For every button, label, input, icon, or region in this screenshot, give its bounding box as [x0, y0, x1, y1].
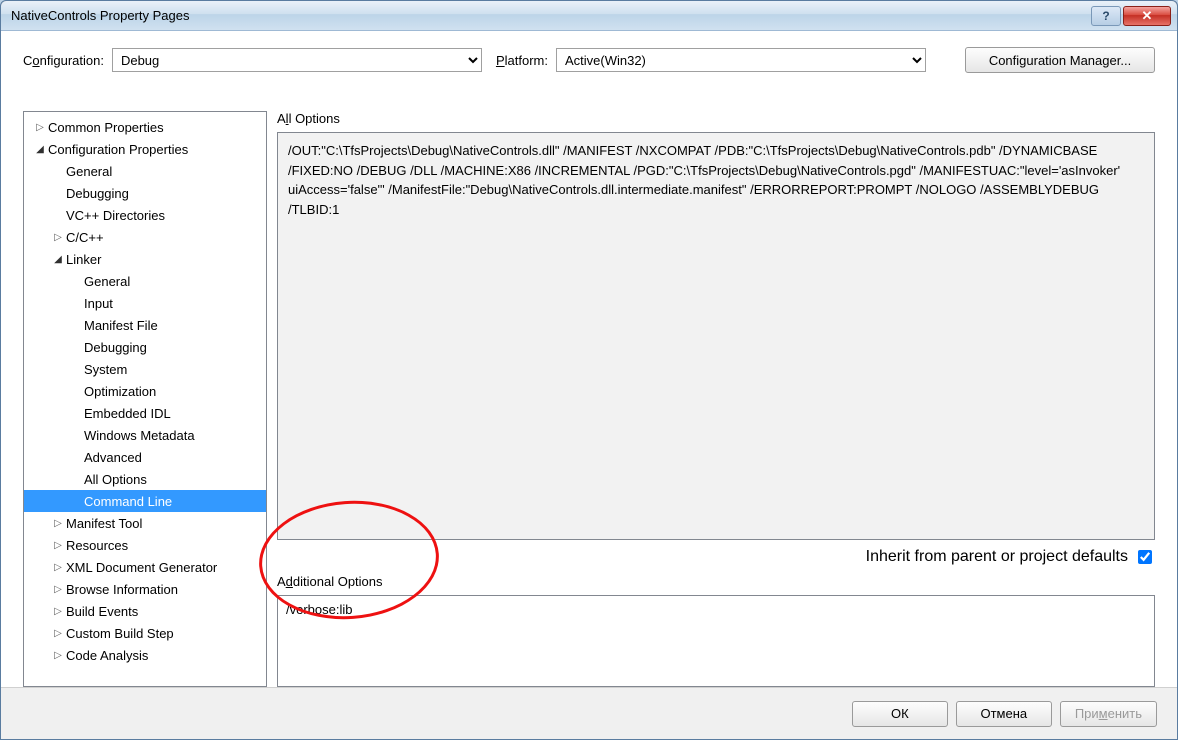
inherit-label: Inherit from parent or project defaults [866, 548, 1128, 566]
tree-linker-manifest-file[interactable]: Manifest File [24, 314, 266, 336]
expand-icon[interactable]: ▷ [52, 606, 64, 617]
platform-label: Platform: [496, 53, 548, 68]
tree-linker-advanced[interactable]: Advanced [24, 446, 266, 468]
tree-linker[interactable]: ◢Linker [24, 248, 266, 270]
ok-button[interactable]: ОК [852, 701, 948, 727]
expand-icon[interactable]: ▷ [52, 584, 64, 595]
help-button[interactable]: ? [1091, 6, 1121, 26]
tree-vc-dirs[interactable]: VC++ Directories [24, 204, 266, 226]
tree-linker-general[interactable]: General [24, 270, 266, 292]
inherit-row: Inherit from parent or project defaults [277, 546, 1155, 568]
expand-icon[interactable]: ▷ [52, 232, 64, 243]
tree-configuration-properties[interactable]: ◢Configuration Properties [24, 138, 266, 160]
additional-options-text[interactable]: /verbose:lib [277, 595, 1155, 687]
tree-build-events[interactable]: ▷Build Events [24, 600, 266, 622]
tree-custom-build-step[interactable]: ▷Custom Build Step [24, 622, 266, 644]
expand-icon[interactable]: ▷ [52, 518, 64, 529]
tree-browse-info[interactable]: ▷Browse Information [24, 578, 266, 600]
tree-linker-debugging[interactable]: Debugging [24, 336, 266, 358]
all-options-text[interactable]: /OUT:"C:\TfsProjects\Debug\NativeControl… [277, 132, 1155, 540]
cancel-button[interactable]: Отмена [956, 701, 1052, 727]
expand-icon[interactable]: ▷ [52, 562, 64, 573]
tree-linker-all-options[interactable]: All Options [24, 468, 266, 490]
property-pages-window: NativeControls Property Pages ? ✕ Config… [0, 0, 1178, 740]
expand-icon[interactable]: ▷ [52, 650, 64, 661]
nav-tree[interactable]: ▷Common Properties ◢Configuration Proper… [23, 111, 267, 687]
collapse-icon[interactable]: ◢ [52, 254, 64, 265]
tree-linker-input[interactable]: Input [24, 292, 266, 314]
tree-common-properties[interactable]: ▷Common Properties [24, 116, 266, 138]
all-options-label: All Options [277, 111, 1155, 126]
body: ▷Common Properties ◢Configuration Proper… [23, 111, 1155, 687]
right-panel: All Options /OUT:"C:\TfsProjects\Debug\N… [277, 111, 1155, 687]
configuration-combo[interactable]: Debug [112, 48, 482, 72]
inherit-checkbox[interactable] [1138, 550, 1152, 564]
tree-resources[interactable]: ▷Resources [24, 534, 266, 556]
tree-linker-winmd[interactable]: Windows Metadata [24, 424, 266, 446]
window-title: NativeControls Property Pages [7, 8, 189, 23]
dialog-buttons: ОК Отмена Применить [1, 687, 1177, 739]
tree-general[interactable]: General [24, 160, 266, 182]
tree-linker-optimization[interactable]: Optimization [24, 380, 266, 402]
expand-icon[interactable]: ▷ [52, 628, 64, 639]
tree-linker-command-line[interactable]: Command Line [24, 490, 266, 512]
tree-xml-doc-gen[interactable]: ▷XML Document Generator [24, 556, 266, 578]
collapse-icon[interactable]: ◢ [34, 144, 46, 155]
tree-ccpp[interactable]: ▷C/C++ [24, 226, 266, 248]
tree-manifest-tool[interactable]: ▷Manifest Tool [24, 512, 266, 534]
expand-icon[interactable]: ▷ [34, 122, 46, 133]
tree-code-analysis[interactable]: ▷Code Analysis [24, 644, 266, 666]
titlebar[interactable]: NativeControls Property Pages ? ✕ [1, 1, 1177, 31]
client-area: Configuration: Debug Platform: Active(Wi… [1, 31, 1177, 739]
tree-debugging[interactable]: Debugging [24, 182, 266, 204]
top-row: Configuration: Debug Platform: Active(Wi… [15, 41, 1163, 79]
tree-linker-system[interactable]: System [24, 358, 266, 380]
close-button[interactable]: ✕ [1123, 6, 1171, 26]
tree-linker-embedded-idl[interactable]: Embedded IDL [24, 402, 266, 424]
apply-button[interactable]: Применить [1060, 701, 1157, 727]
configuration-label: Configuration: [23, 53, 104, 68]
expand-icon[interactable]: ▷ [52, 540, 64, 551]
platform-combo[interactable]: Active(Win32) [556, 48, 926, 72]
configuration-manager-button[interactable]: Configuration Manager... [965, 47, 1155, 73]
additional-options-label: Additional Options [277, 574, 1155, 589]
